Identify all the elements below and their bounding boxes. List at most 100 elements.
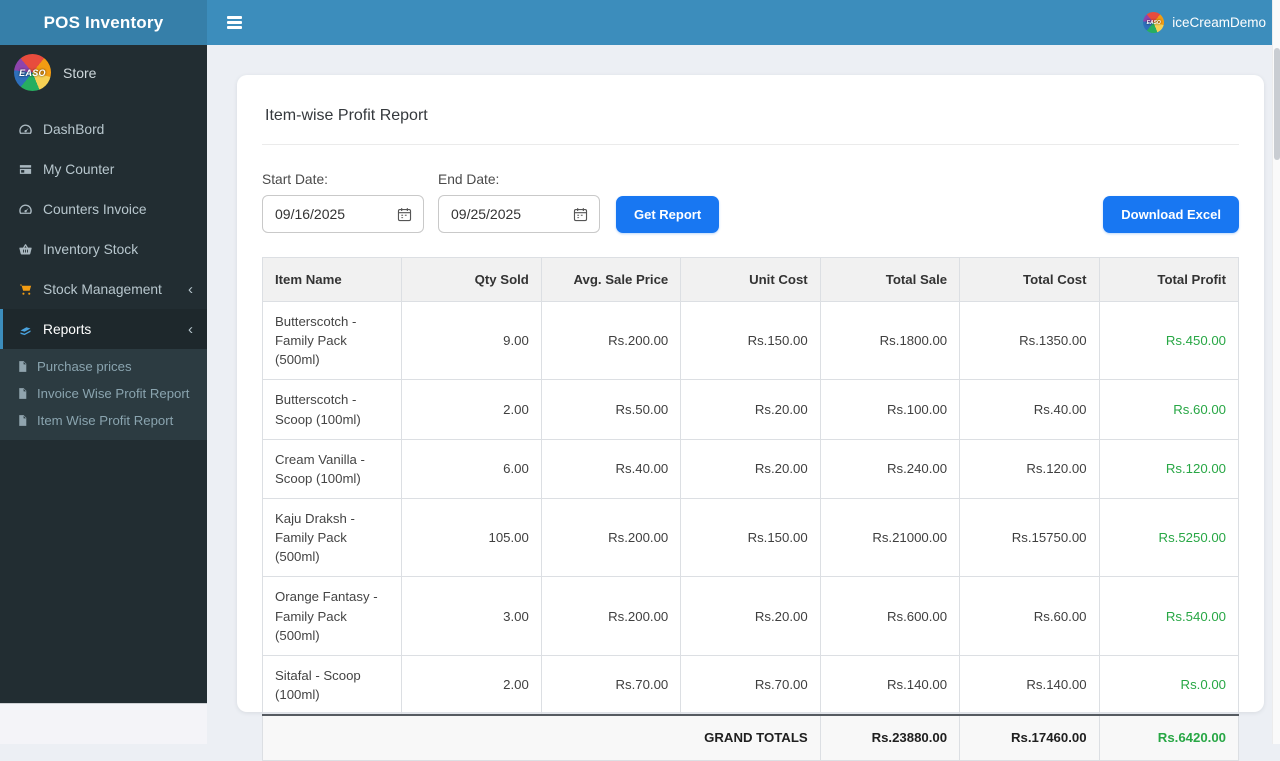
calendar-icon[interactable] xyxy=(572,206,589,223)
grand-totals-row: GRAND TOTALS Rs.23880.00 Rs.17460.00 Rs.… xyxy=(262,714,1240,761)
value-cell: Rs.120.00 xyxy=(1098,438,1240,499)
sidebar-item-label: DashBord xyxy=(43,121,105,137)
value-cell: Rs.70.00 xyxy=(540,654,682,716)
main-content: Item-wise Profit Report Start Date: 09/1… xyxy=(207,45,1280,761)
sidebar-item-my-counter[interactable]: My Counter xyxy=(0,149,207,189)
value-cell: Rs.5250.00 xyxy=(1098,497,1240,578)
profit-report-table: Item Name Qty Sold Avg. Sale Price Unit Cos… xyxy=(261,257,1240,761)
counter-icon xyxy=(17,161,33,177)
start-date-value: 09/16/2025 xyxy=(275,206,346,222)
item-name-cell: Kaju Draksh - Family Pack (500ml) xyxy=(261,497,403,578)
download-excel-button[interactable]: Download Excel xyxy=(1103,196,1239,233)
value-cell: Rs.100.00 xyxy=(819,379,961,440)
value-cell: Rs.50.00 xyxy=(540,379,682,440)
get-report-button[interactable]: Get Report xyxy=(616,196,720,233)
column-header-unit-cost: Unit Cost xyxy=(680,257,821,302)
sidebar-item-label: Inventory Stock xyxy=(43,241,139,257)
user-name: iceCreamDemo xyxy=(1172,15,1266,30)
value-cell: Rs.450.00 xyxy=(1098,300,1240,381)
submenu-item-purchase-prices[interactable]: Purchase prices xyxy=(0,353,207,380)
value-cell: Rs.1800.00 xyxy=(819,300,961,381)
app-title: POS Inventory xyxy=(0,0,207,45)
sidebar-item-dashbord[interactable]: DashBord xyxy=(0,109,207,149)
value-cell: Rs.240.00 xyxy=(819,438,961,499)
column-header-total-profit: Total Profit xyxy=(1098,257,1240,302)
cart-icon xyxy=(17,281,33,297)
report-card: Item-wise Profit Report Start Date: 09/1… xyxy=(237,75,1264,761)
sidebar-item-label: Stock Management xyxy=(43,281,162,297)
calendar-icon[interactable] xyxy=(396,206,413,223)
column-header-avg-sale-price: Avg. Sale Price xyxy=(540,257,682,302)
table-row: Sitafal - Scoop (100ml) 2.00 Rs.70.00 Rs.70… xyxy=(261,654,1240,716)
top-header: POS Inventory EASO iceCreamDemo xyxy=(0,0,1280,45)
sidebar-item-reports[interactable]: Reports ‹ xyxy=(0,309,207,349)
hamburger-menu-icon[interactable] xyxy=(223,12,246,33)
table-row: Kaju Draksh - Family Pack (500ml) 105.00 R… xyxy=(261,497,1240,578)
end-date-value: 09/25/2025 xyxy=(451,206,522,222)
store-logo-icon: EASO xyxy=(14,54,51,91)
value-cell: Rs.150.00 xyxy=(680,497,821,578)
dashboard-icon xyxy=(17,121,33,137)
scrollbar-thumb[interactable] xyxy=(1274,48,1280,160)
value-cell: 2.00 xyxy=(401,379,542,440)
value-cell: Rs.200.00 xyxy=(540,300,682,381)
file-icon xyxy=(16,414,29,427)
value-cell: Rs.20.00 xyxy=(680,576,821,656)
sidebar-item-label: Reports xyxy=(43,321,92,337)
value-cell: 105.00 xyxy=(401,497,542,578)
sidebar-item-label: Counters Invoice xyxy=(43,201,147,217)
item-name-cell: Sitafal - Scoop (100ml) xyxy=(261,654,403,716)
value-cell: 9.00 xyxy=(401,300,542,381)
value-cell: 6.00 xyxy=(401,438,542,499)
item-name-cell: Butterscotch - Family Pack (500ml) xyxy=(261,300,403,381)
value-cell: Rs.1350.00 xyxy=(959,300,1100,381)
navbar: EASO iceCreamDemo xyxy=(207,0,1280,45)
store-panel: EASO Store xyxy=(0,45,207,100)
value-cell: Rs.200.00 xyxy=(540,576,682,656)
value-cell: Rs.60.00 xyxy=(959,576,1100,656)
sidebar-item-label: My Counter xyxy=(43,161,115,177)
sidebar-item-counters-invoice[interactable]: Counters Invoice xyxy=(0,189,207,229)
value-cell: 3.00 xyxy=(401,576,542,656)
submenu-item-label: Purchase prices xyxy=(37,359,132,374)
sidebar: EASO Store DashBord My Counter Counters In… xyxy=(0,45,207,703)
submenu-item-item-wise-profit-report[interactable]: Item Wise Profit Report xyxy=(0,407,207,434)
store-label: Store xyxy=(63,64,97,81)
value-cell: Rs.20.00 xyxy=(680,438,821,499)
column-header-qty-sold: Qty Sold xyxy=(401,257,542,302)
value-cell: 2.00 xyxy=(401,654,542,716)
value-cell: Rs.140.00 xyxy=(959,654,1100,716)
table-row: Butterscotch - Family Pack (500ml) 9.00 Rs… xyxy=(261,300,1240,381)
column-header-total-sale: Total Sale xyxy=(819,257,961,302)
user-menu[interactable]: EASO iceCreamDemo xyxy=(1143,12,1266,33)
filter-bar: Start Date: 09/16/2025 End Date: 09/25/2… xyxy=(262,172,1239,233)
submenu-item-invoice-wise-profit-report[interactable]: Invoice Wise Profit Report xyxy=(0,380,207,407)
sidebar-menu: DashBord My Counter Counters Invoice Invent… xyxy=(0,109,207,349)
file-icon xyxy=(16,360,29,373)
column-header-item-name: Item Name xyxy=(261,257,403,302)
grand-total-cost: Rs.17460.00 xyxy=(959,714,1100,761)
value-cell: Rs.120.00 xyxy=(959,438,1100,499)
value-cell: Rs.40.00 xyxy=(959,379,1100,440)
start-date-field: Start Date: 09/16/2025 xyxy=(262,172,424,233)
end-date-field: End Date: 09/25/2025 xyxy=(438,172,600,233)
submenu-item-label: Item Wise Profit Report xyxy=(37,413,174,428)
submenu-item-label: Invoice Wise Profit Report xyxy=(37,386,190,401)
dashboard-icon xyxy=(17,201,33,217)
grand-total-sale: Rs.23880.00 xyxy=(819,714,961,761)
value-cell: Rs.21000.00 xyxy=(819,497,961,578)
brand-logo-icon: EASO xyxy=(1143,12,1165,33)
start-date-input[interactable]: 09/16/2025 xyxy=(262,195,424,233)
value-cell: Rs.70.00 xyxy=(680,654,821,716)
page-title: Item-wise Profit Report xyxy=(265,107,428,124)
sidebar-item-inventory-stock[interactable]: Inventory Stock xyxy=(0,229,207,269)
sidebar-item-stock-management[interactable]: Stock Management ‹ xyxy=(0,269,207,309)
value-cell: Rs.20.00 xyxy=(680,379,821,440)
scrollbar[interactable] xyxy=(1272,0,1280,744)
end-date-input[interactable]: 09/25/2025 xyxy=(438,195,600,233)
table-row: Cream Vanilla - Scoop (100ml) 6.00 Rs.40.0… xyxy=(261,438,1240,499)
value-cell: Rs.40.00 xyxy=(540,438,682,499)
value-cell: Rs.200.00 xyxy=(540,497,682,578)
sidebar-footer-space xyxy=(0,703,207,744)
grand-totals-label: GRAND TOTALS xyxy=(262,714,821,761)
